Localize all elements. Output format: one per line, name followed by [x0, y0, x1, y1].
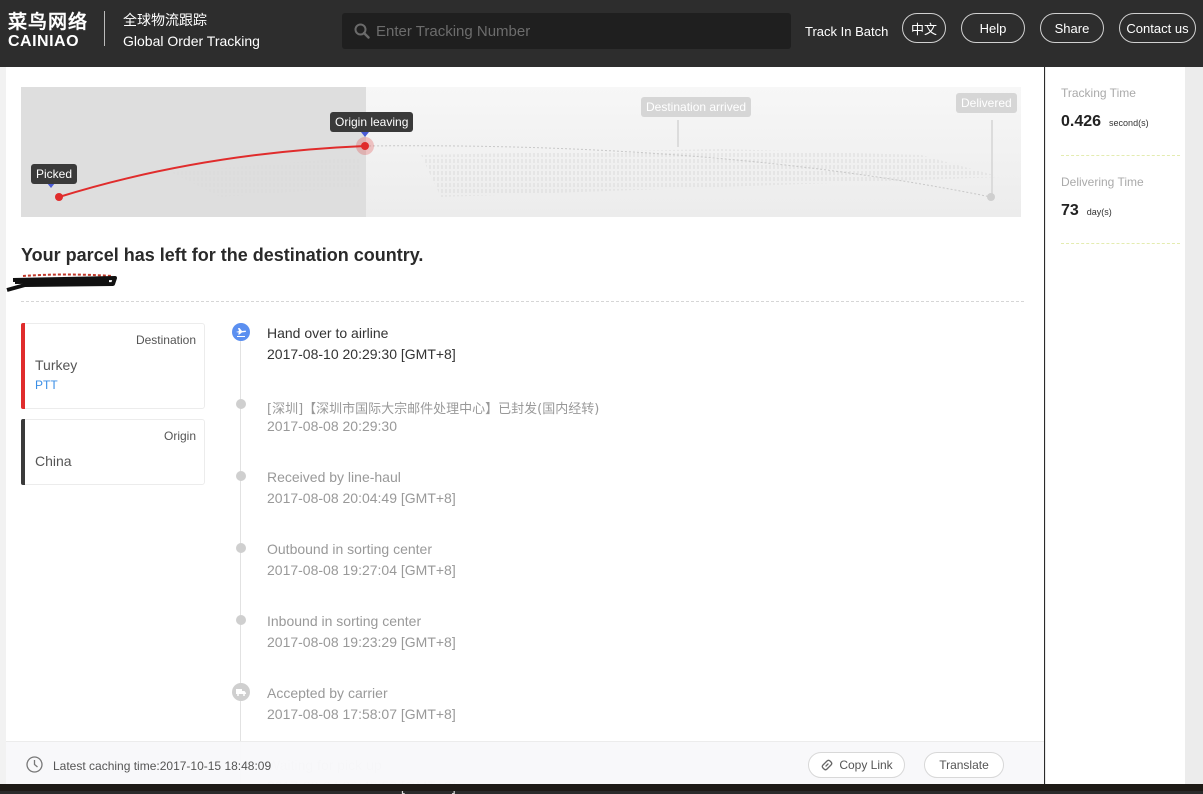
stats-sidebar: Tracking Time 0.426 second(s) Delivering …: [1045, 67, 1185, 791]
route-svg: [47, 120, 1001, 201]
cainiao-logo[interactable]: 菜鸟网络 CAINIAO: [8, 12, 88, 51]
picked-point: [55, 193, 63, 201]
footer-bar: Latest caching time:2017-10-15 18:48:09 …: [6, 741, 1044, 784]
logo-english: CAINIAO: [8, 33, 80, 50]
event-dot: [236, 543, 246, 553]
origin-label: Origin: [163, 429, 196, 443]
search-icon: [354, 23, 370, 39]
track-in-batch-link[interactable]: Track In Batch: [805, 24, 888, 39]
world-map-texture: [421, 149, 1001, 197]
event-title: Accepted by carrier: [267, 685, 388, 701]
delivering-time-label: Delivering Time: [1061, 175, 1144, 189]
origin-country: China: [35, 453, 72, 469]
event-title: Hand over to airline: [267, 325, 389, 341]
subtitle-english: Global Order Tracking: [123, 33, 260, 49]
milestone-delivered: Delivered: [956, 93, 1017, 113]
truck-icon: [232, 683, 250, 701]
event-time: 2017-08-08 19:23:29 [GMT+8]: [267, 634, 456, 650]
origin-color-bar: [21, 419, 25, 485]
subtitle-chinese: 全球物流跟踪: [123, 13, 207, 29]
delivering-time-unit: day(s): [1086, 207, 1112, 217]
search-box: [342, 13, 791, 49]
latest-caching-time: Latest caching time:2017-10-15 18:48:09: [53, 759, 272, 773]
event-title: Received by line-haul: [267, 469, 401, 485]
event-dot: [236, 399, 246, 409]
logo-divider: [104, 11, 105, 46]
event-dot: [236, 615, 246, 625]
background-strip: [0, 784, 1203, 791]
top-header: 菜鸟网络 CAINIAO 全球物流跟踪 Global Order Trackin…: [0, 0, 1203, 67]
tracking-time-number: 0.426: [1061, 113, 1102, 130]
destination-label: Destination: [135, 333, 196, 347]
tracking-time-unit: second(s): [1109, 118, 1149, 128]
language-button[interactable]: 中文: [902, 13, 946, 43]
copy-link-button[interactable]: Copy Link: [808, 752, 905, 778]
origin-card: Origin China: [21, 419, 205, 485]
milestone-destination-arrived: Destination arrived: [641, 97, 752, 117]
delivered-point: [987, 193, 995, 201]
link-icon: [821, 759, 833, 771]
event-time: 2017-08-08 19:27:04 [GMT+8]: [267, 562, 456, 578]
tracking-time-value: 0.426 second(s): [1061, 113, 1149, 131]
destination-country: Turkey: [35, 357, 78, 373]
event-title: Outbound in sorting center: [267, 541, 432, 557]
tracking-time-label: Tracking Time: [1061, 86, 1136, 100]
parcel-status-title: Your parcel has left for the destination…: [21, 245, 424, 265]
share-button[interactable]: Share: [1040, 13, 1104, 43]
destination-carrier-link[interactable]: PTT: [35, 378, 58, 392]
redacted-tracking-number: [6, 273, 117, 292]
event-time: 2017-08-10 20:29:30 [GMT+8]: [267, 346, 456, 362]
logo-chinese: 菜鸟网络: [8, 11, 89, 33]
event-title: [深圳]【深圳市国际大宗邮件处理中心】已封发(国内经转): [267, 402, 600, 417]
destination-card: Destination Turkey PTT: [21, 323, 205, 409]
airplane-icon: [232, 323, 250, 341]
help-button[interactable]: Help: [961, 13, 1025, 43]
milestone-picked: Picked: [31, 164, 78, 184]
route-map: Picked Origin leaving Destination arrive…: [21, 87, 1021, 217]
copy-link-label: Copy Link: [839, 758, 893, 772]
contact-us-button[interactable]: Contact us: [1119, 13, 1196, 43]
delivering-time-value: 73 day(s): [1061, 202, 1112, 220]
event-time: 2017-08-08 20:04:49 [GMT+8]: [267, 490, 456, 506]
event-dot: [236, 471, 246, 481]
translate-button[interactable]: Translate: [924, 752, 1004, 778]
clock-icon: [26, 756, 43, 773]
origin-leaving-point: [361, 142, 369, 150]
destination-color-bar: [21, 323, 25, 409]
site-subtitle: 全球物流跟踪 Global Order Tracking: [123, 12, 260, 50]
milestone-origin-leaving: Origin leaving: [330, 112, 414, 132]
stat-separator: [1061, 155, 1180, 156]
page-scrollbar[interactable]: [1185, 67, 1203, 791]
origin-leaving-pointer: [361, 132, 369, 137]
status-divider: [21, 301, 1024, 302]
event-time: 2017-08-08 17:58:07 [GMT+8]: [267, 706, 456, 722]
event-title: Inbound in sorting center: [267, 613, 422, 629]
stat-separator: [1061, 243, 1180, 244]
event-time: 2017-08-08 20:29:30: [267, 418, 397, 434]
delivering-time-number: 73: [1061, 202, 1079, 219]
tracking-number-input[interactable]: [376, 13, 776, 49]
